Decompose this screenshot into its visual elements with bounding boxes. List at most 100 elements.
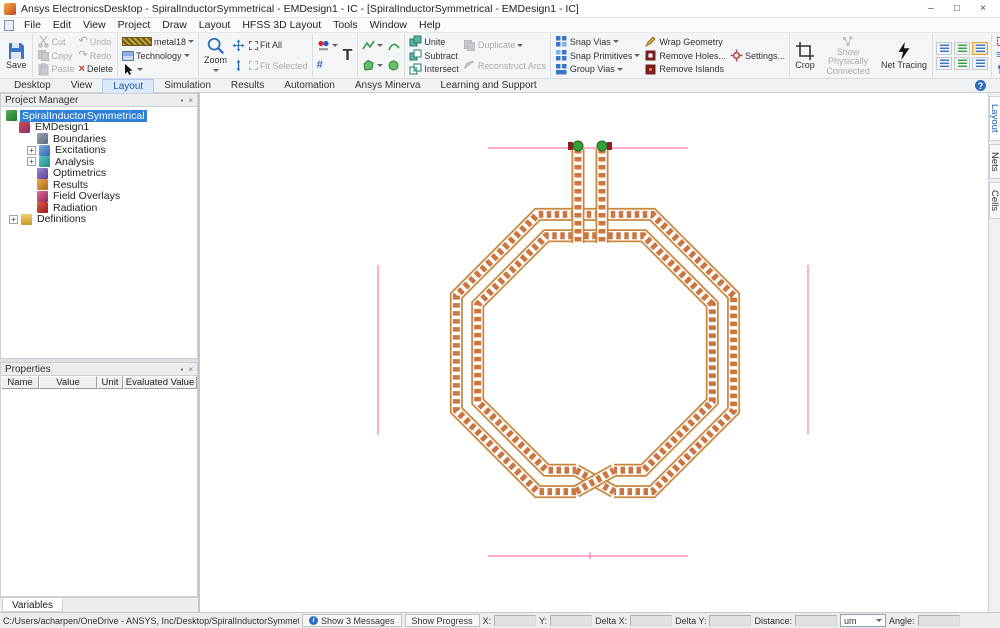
hfss-extents-dropdown[interactable]: HFSS Extents [995, 35, 1000, 49]
group-vias-dropdown[interactable]: Group Vias [554, 62, 642, 76]
tree-item-definitions[interactable]: + Definitions [1, 214, 197, 226]
expand-icon[interactable]: + [27, 157, 36, 166]
intersect-button[interactable]: Intersect [408, 62, 460, 76]
crop-button[interactable]: Crop [793, 35, 817, 76]
column-name[interactable]: Name [1, 376, 39, 389]
layer-visibility-button-6[interactable] [972, 57, 988, 70]
side-tab-layout[interactable]: Layout [989, 96, 1000, 141]
expand-icon[interactable]: + [27, 146, 36, 155]
active-layer-dropdown[interactable]: metal18 [121, 35, 195, 49]
angle-input[interactable] [918, 615, 960, 626]
side-tab-cells[interactable]: Cells [989, 182, 1000, 219]
select-tool-button[interactable] [121, 62, 195, 76]
tree-item-excitations[interactable]: + Excitations [1, 145, 197, 157]
settings-button[interactable]: Settings... [729, 49, 786, 63]
fit-all-button[interactable]: Fit All [248, 38, 309, 52]
tree-item-radiation[interactable]: Radiation [1, 202, 197, 214]
show-progress-button[interactable]: Show Progress [405, 614, 480, 627]
menu-tools[interactable]: Tools [327, 19, 364, 31]
maximize-button[interactable]: □ [944, 0, 970, 17]
zoom-button[interactable]: Zoom [202, 35, 229, 76]
undo-button[interactable]: ↶ Undo [78, 35, 114, 49]
tab-variables[interactable]: Variables [2, 598, 63, 612]
draw-arc-button[interactable] [386, 38, 401, 52]
unite-button[interactable]: Unite [408, 35, 460, 49]
menu-hfss-3d-layout[interactable]: HFSS 3D Layout [236, 19, 327, 31]
draw-circle-button[interactable] [386, 59, 401, 73]
grid-toggle-button[interactable]: # [316, 59, 339, 73]
snap-primitives-dropdown[interactable]: Snap Primitives [554, 49, 642, 63]
show-messages-button[interactable]: i Show 3 Messages [302, 614, 402, 627]
close-button[interactable]: × [970, 0, 996, 17]
remove-islands-button[interactable]: Remove Islands [643, 62, 727, 76]
tab-view[interactable]: View [61, 79, 103, 93]
list-button[interactable]: ≡ List [995, 49, 1000, 63]
unit-dropdown[interactable]: um [840, 614, 886, 627]
port-dot-left[interactable] [573, 141, 583, 151]
cut-button[interactable]: Cut [36, 35, 76, 49]
net-tracing-button[interactable]: Net Tracing [879, 35, 929, 76]
tree-item-field-overlays[interactable]: Field Overlays [1, 191, 197, 203]
pan-vertical-button[interactable] [231, 59, 246, 73]
tree-item-project[interactable]: SpiralInductorSymmetrical [1, 110, 197, 122]
delta-y-input[interactable] [709, 615, 751, 626]
inductor-drawing[interactable] [200, 93, 986, 612]
menu-edit[interactable]: Edit [47, 19, 77, 31]
pan-button[interactable] [231, 38, 246, 52]
menu-window[interactable]: Window [364, 19, 413, 31]
tab-desktop[interactable]: Desktop [4, 79, 61, 93]
subtract-button[interactable]: Subtract [408, 49, 460, 63]
delete-button[interactable]: × Delete [78, 62, 114, 76]
tab-ansys-minerva[interactable]: Ansys Minerva [345, 79, 431, 93]
tab-automation[interactable]: Automation [274, 79, 345, 93]
copy-button[interactable]: Copy [36, 49, 76, 63]
layout-canvas[interactable] [200, 93, 988, 612]
tree-item-optimetrics[interactable]: Optimetrics [1, 168, 197, 180]
reconstruct-arcs-button[interactable]: Reconstruct Arcs [462, 59, 547, 73]
pin-groups-button[interactable]: Pin Groups [995, 62, 1000, 76]
tab-results[interactable]: Results [221, 79, 274, 93]
tree-item-results[interactable]: Results [1, 179, 197, 191]
menu-file[interactable]: File [18, 19, 47, 31]
side-tab-nets[interactable]: Nets [989, 144, 1000, 180]
inner-turn-trace[interactable] [478, 236, 713, 471]
fit-selected-button[interactable]: Fit Selected [248, 59, 309, 73]
text-tool-button[interactable]: T [341, 35, 355, 76]
menu-draw[interactable]: Draw [156, 19, 193, 31]
layer-visibility-button-2[interactable] [954, 42, 970, 55]
properties-table-body[interactable] [0, 389, 198, 597]
menu-help[interactable]: Help [413, 19, 447, 31]
color-settings-dropdown[interactable] [316, 38, 339, 52]
remove-holes-button[interactable]: Remove Holes... [643, 49, 727, 63]
minimize-button[interactable]: – [918, 0, 944, 17]
layer-visibility-button-5[interactable] [954, 57, 970, 70]
panel-close-icon[interactable]: × [188, 365, 193, 374]
expand-icon[interactable]: + [9, 215, 18, 224]
distance-input[interactable] [795, 615, 837, 626]
menu-view[interactable]: View [77, 19, 112, 31]
layer-visibility-button-3[interactable] [972, 42, 988, 55]
show-physically-connected-button[interactable]: Show Physically Connected [819, 35, 877, 76]
outer-turn-trace[interactable] [456, 214, 733, 491]
save-button[interactable]: Save [4, 35, 29, 76]
tab-simulation[interactable]: Simulation [154, 79, 221, 93]
paste-button[interactable]: Paste [36, 62, 76, 76]
panel-pin-icon[interactable]: ▪ [180, 96, 183, 105]
x-coordinate-input[interactable] [494, 615, 536, 626]
menu-layout[interactable]: Layout [193, 19, 237, 31]
wrap-geometry-button[interactable]: Wrap Geometry [643, 35, 727, 49]
tree-item-boundaries[interactable]: Boundaries [1, 133, 197, 145]
draw-polygon-button[interactable] [361, 59, 384, 73]
tab-layout[interactable]: Layout [102, 79, 154, 93]
draw-line-button[interactable] [361, 38, 384, 52]
tree-item-design[interactable]: EMDesign1 [1, 122, 197, 134]
snap-vias-dropdown[interactable]: Snap Vias [554, 35, 642, 49]
port-dot-right[interactable] [597, 141, 607, 151]
help-icon[interactable]: ? [975, 80, 986, 91]
layer-visibility-button-1[interactable] [936, 42, 952, 55]
tab-learning-and-support[interactable]: Learning and Support [430, 79, 546, 93]
panel-close-icon[interactable]: × [188, 96, 193, 105]
delta-x-input[interactable] [630, 615, 672, 626]
column-evaluated-value[interactable]: Evaluated Value [123, 376, 197, 389]
layer-visibility-button-4[interactable] [936, 57, 952, 70]
